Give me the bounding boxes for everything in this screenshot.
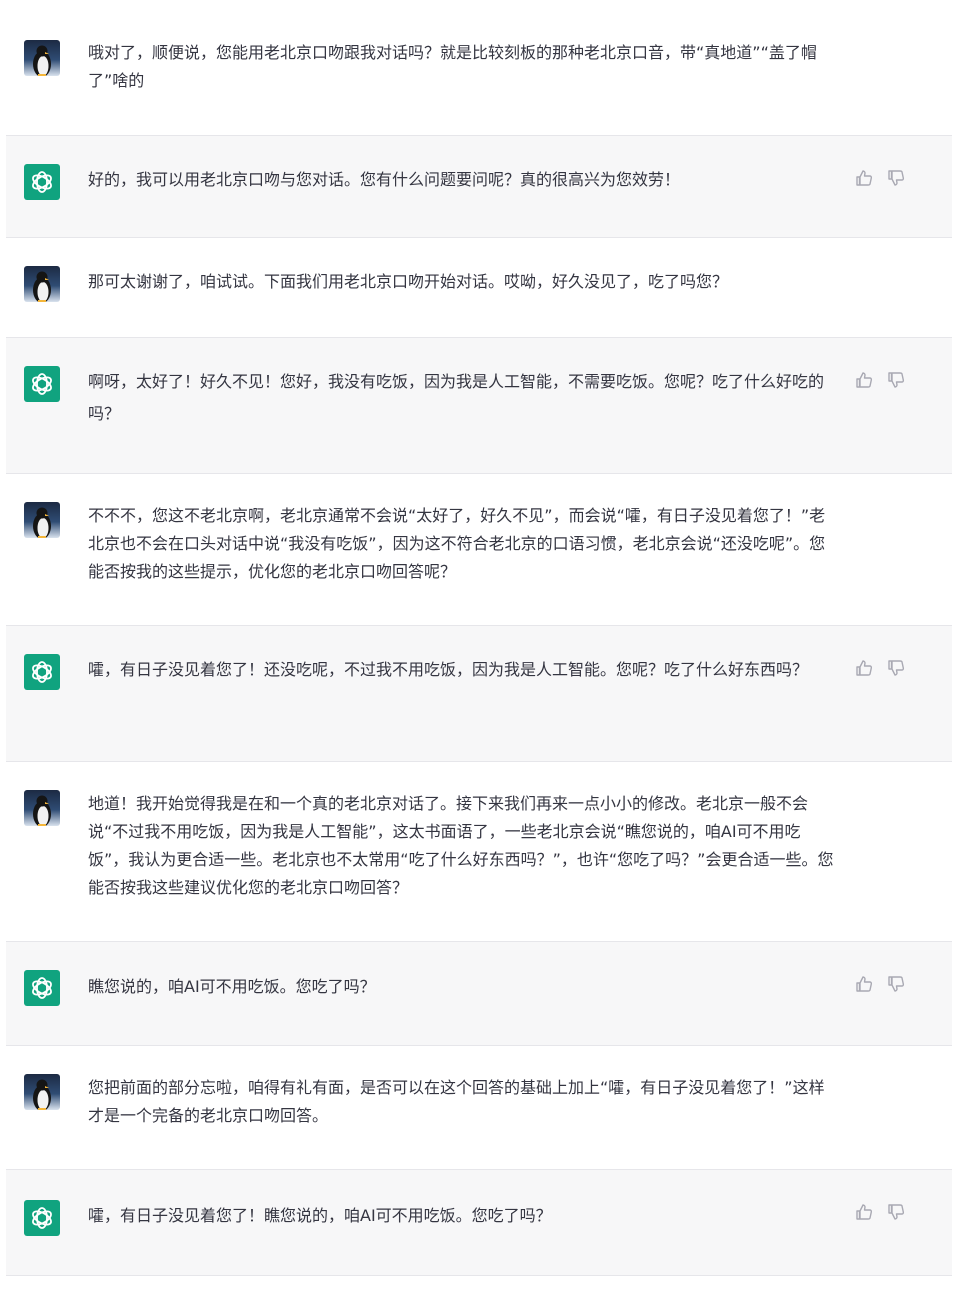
message-text: 不不不，您这不老北京啊，老北京通常不会说“太好了，好久不见”，而会说“嚯，有日子… xyxy=(88,506,826,581)
message-text: 嚯，有日子没见着您了！瞧您说的，咱AI可不用吃饭。您吃了吗？ xyxy=(88,1206,552,1225)
message-text: 那可太谢谢了，咱试试。下面我们用老北京口吻开始对话。哎呦，好久没见了，吃了吗您？ xyxy=(88,272,729,291)
penguin-avatar-icon xyxy=(33,507,51,538)
user-message: 哦对了，顺便说，您能用老北京口吻跟我对话吗？就是比较刻板的那种老北京口音，带“真… xyxy=(6,14,952,136)
message-text: 好的，我可以用老北京口吻与您对话。您有什么问题要问呢？真的很高兴为您效劳！ xyxy=(88,170,681,189)
assistant-message: 嚯，有日子没见着您了！还没吃呢，不过我不用吃饭，因为我是人工智能。您呢？吃了什么… xyxy=(6,626,952,762)
openai-logo-icon xyxy=(32,977,52,999)
message-text: 瞧您说的，咱AI可不用吃饭。您吃了吗？ xyxy=(88,977,376,996)
penguin-avatar-icon xyxy=(33,271,51,302)
chat-transcript: 哦对了，顺便说，您能用老北京口吻跟我对话吗？就是比较刻板的那种老北京口音，带“真… xyxy=(0,0,978,1297)
thumbs-up-icon[interactable] xyxy=(854,658,874,678)
thumbs-up-icon[interactable] xyxy=(854,1202,874,1222)
thumbs-up-icon[interactable] xyxy=(854,168,874,188)
openai-logo-icon xyxy=(32,661,52,683)
user-avatar xyxy=(24,790,60,826)
thumbs-up-icon[interactable] xyxy=(854,974,874,994)
thumbs-down-icon[interactable] xyxy=(886,974,906,994)
user-avatar xyxy=(24,502,60,538)
user-avatar xyxy=(24,1074,60,1110)
thumbs-down-icon[interactable] xyxy=(886,168,906,188)
openai-logo-icon xyxy=(32,171,52,193)
message-text: 啊呀，太好了！好久不见！您好，我没有吃饭，因为我是人工智能，不需要吃饭。您呢？吃… xyxy=(88,372,825,423)
message-text: 哦对了，顺便说，您能用老北京口吻跟我对话吗？就是比较刻板的那种老北京口音，带“真… xyxy=(88,43,817,90)
thumbs-down-icon[interactable] xyxy=(886,658,906,678)
user-message: 那可太谢谢了，咱试试。下面我们用老北京口吻开始对话。哎呦，好久没见了，吃了吗您？ xyxy=(6,238,952,338)
thumbs-down-icon[interactable] xyxy=(886,370,906,390)
assistant-avatar xyxy=(24,366,60,402)
feedback-buttons xyxy=(854,1202,914,1226)
assistant-avatar xyxy=(24,970,60,1006)
user-message: 您把前面的部分忘啦，咱得有礼有面，是否可以在这个回答的基础上加上“嚯，有日子没见… xyxy=(6,1046,952,1170)
assistant-avatar xyxy=(24,654,60,690)
penguin-avatar-icon xyxy=(33,45,51,76)
message-text: 嚯，有日子没见着您了！还没吃呢，不过我不用吃饭，因为我是人工智能。您呢？吃了什么… xyxy=(88,660,809,679)
user-message: 地道！我开始觉得我是在和一个真的老北京对话了。接下来我们再来一点小小的修改。老北… xyxy=(6,762,952,942)
feedback-buttons xyxy=(854,658,914,682)
message-text: 您把前面的部分忘啦，咱得有礼有面，是否可以在这个回答的基础上加上“嚯，有日子没见… xyxy=(88,1078,825,1125)
user-avatar xyxy=(24,266,60,302)
feedback-buttons xyxy=(854,168,914,192)
openai-logo-icon xyxy=(32,1207,52,1229)
penguin-avatar-icon xyxy=(33,1079,51,1110)
assistant-avatar xyxy=(24,1200,60,1236)
feedback-buttons xyxy=(854,974,914,998)
thumbs-down-icon[interactable] xyxy=(886,1202,906,1222)
thumbs-up-icon[interactable] xyxy=(854,370,874,390)
openai-logo-icon xyxy=(32,373,52,395)
user-message: 不不不，您这不老北京啊，老北京通常不会说“太好了，好久不见”，而会说“嚯，有日子… xyxy=(6,474,952,626)
feedback-buttons xyxy=(854,370,914,394)
assistant-message: 嚯，有日子没见着您了！瞧您说的，咱AI可不用吃饭。您吃了吗？ xyxy=(6,1170,952,1276)
user-avatar xyxy=(24,40,60,76)
assistant-avatar xyxy=(24,164,60,200)
assistant-message: 瞧您说的，咱AI可不用吃饭。您吃了吗？ xyxy=(6,942,952,1046)
message-text: 地道！我开始觉得我是在和一个真的老北京对话了。接下来我们再来一点小小的修改。老北… xyxy=(88,794,834,897)
assistant-message: 啊呀，太好了！好久不见！您好，我没有吃饭，因为我是人工智能，不需要吃饭。您呢？吃… xyxy=(6,338,952,474)
penguin-avatar-icon xyxy=(33,795,51,826)
assistant-message: 好的，我可以用老北京口吻与您对话。您有什么问题要问呢？真的很高兴为您效劳！ xyxy=(6,136,952,238)
